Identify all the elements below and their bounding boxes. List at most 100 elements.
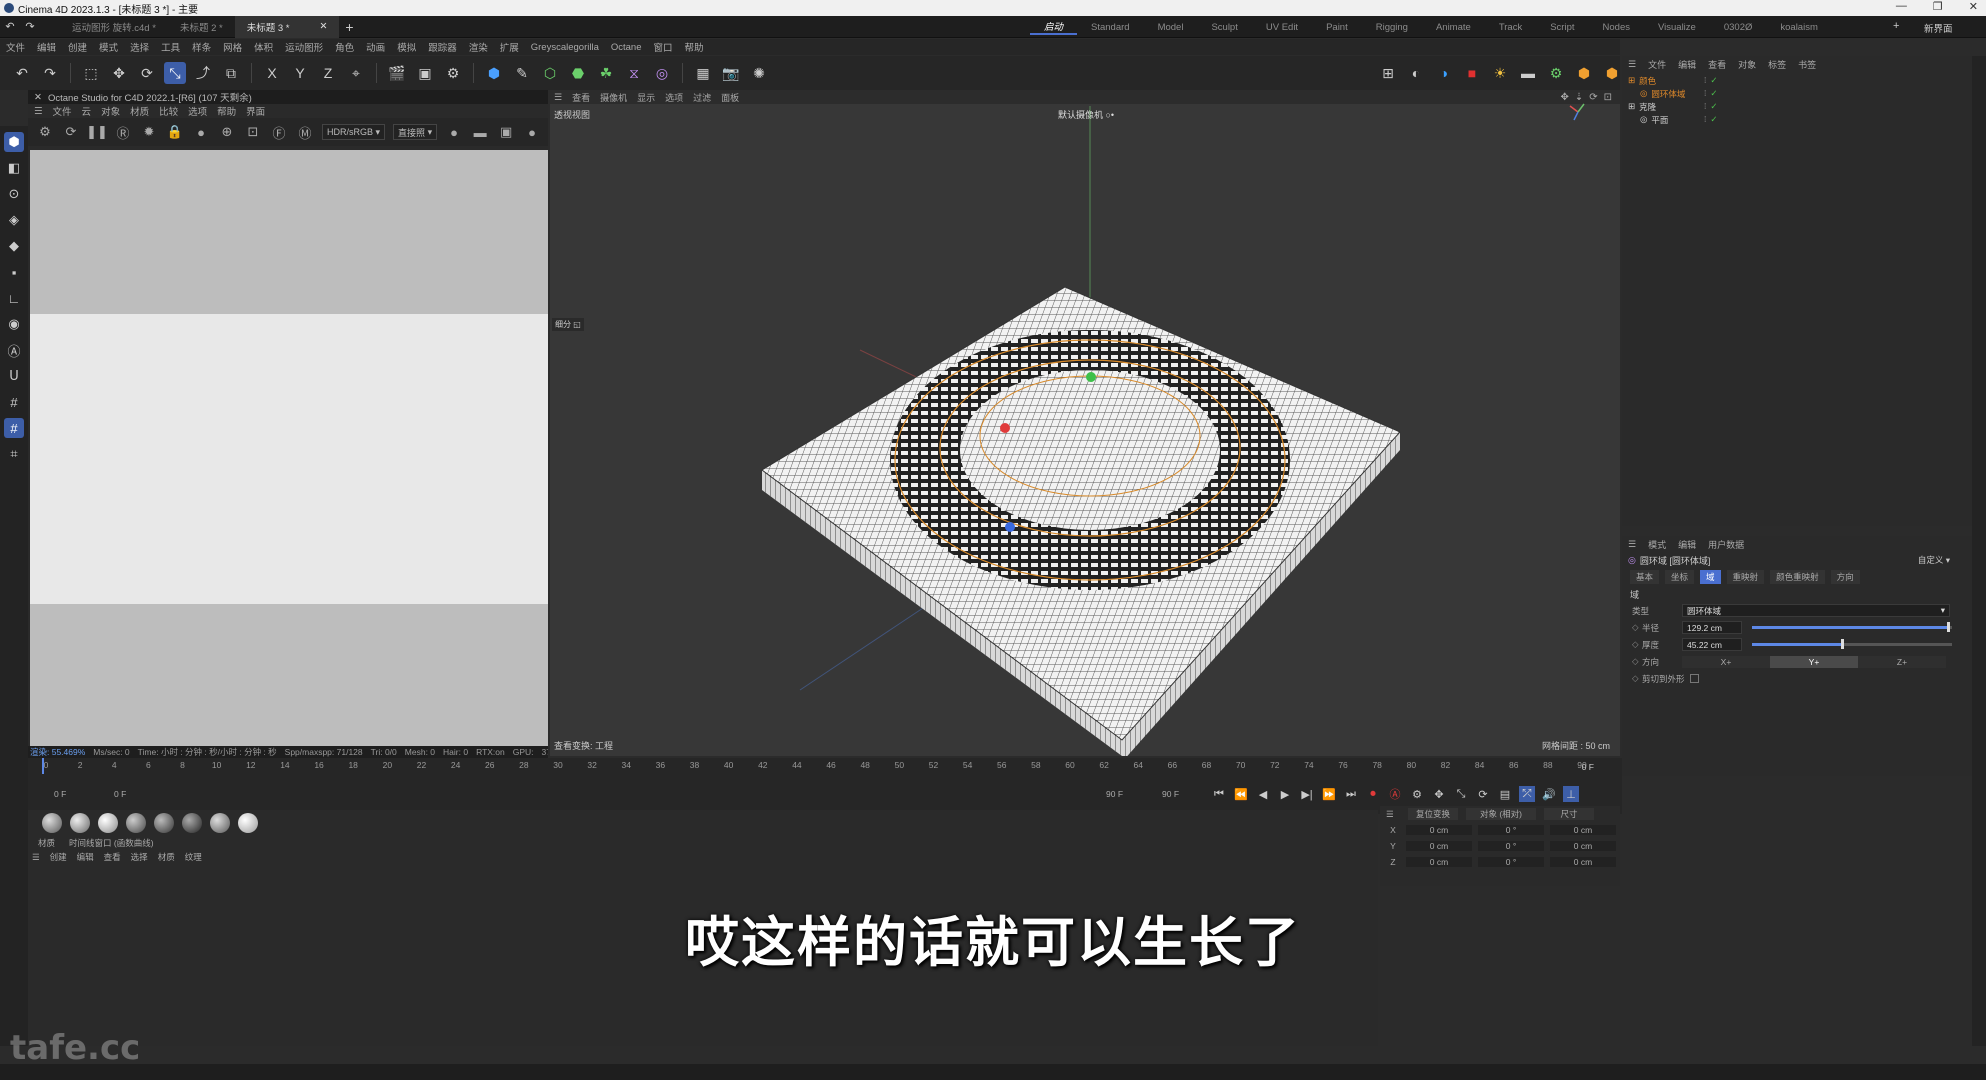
material-ball-icon[interactable] [126, 813, 146, 833]
layout-tab[interactable]: Nodes [1589, 22, 1644, 33]
rot-key-icon[interactable]: ⟳ [1475, 786, 1491, 802]
material-menu-item[interactable]: 创建 [50, 851, 67, 863]
reset-transform-button[interactable]: 复位变换 [1408, 808, 1458, 820]
object-row[interactable]: ⊞ 颜色 ⁞ ✓ [1622, 74, 1972, 87]
y-axis-icon[interactable]: Y [289, 62, 311, 84]
coord-pos-field[interactable]: 0 cm [1406, 841, 1472, 851]
spline-pen-icon[interactable]: ✎ [511, 62, 533, 84]
go-to-start-icon[interactable]: ⏮ [1211, 786, 1227, 802]
timeline-ruler[interactable]: 0 2 4 6 8 10 12 14 16 18 20 22 24 26 28 30 32 34 36 38 40 42 4… [28, 760, 1622, 774]
material-ball-icon[interactable] [154, 813, 174, 833]
pill-icon[interactable]: ▬ [1517, 62, 1539, 84]
magnet-icon[interactable]: Ս [4, 366, 24, 386]
end-frame[interactable]: 90 F [1162, 789, 1179, 799]
polygons-mode-icon[interactable]: ◆ [4, 236, 24, 256]
octane-menu-item[interactable]: 比较 [159, 104, 178, 118]
render-view-icon[interactable]: 🎬 [386, 62, 408, 84]
sound-icon[interactable]: 🔊 [1541, 786, 1557, 802]
axis-mode-icon[interactable]: ∟ [4, 288, 24, 308]
direction-option[interactable]: Z+ [1858, 655, 1946, 668]
object-manager-menu-item[interactable]: 编辑 [1678, 58, 1696, 71]
octane-close-icon[interactable]: ✕ [34, 92, 42, 103]
material-menu-item[interactable]: 查看 [104, 851, 121, 863]
coord-size-dropdown[interactable]: 尺寸 [1544, 808, 1594, 820]
radius-slider[interactable] [1752, 622, 1952, 632]
select-icon[interactable]: ⬚ [80, 62, 102, 84]
octane-restart-icon[interactable]: ⟳ [61, 122, 81, 142]
render-settings-icon[interactable]: ⚙ [442, 62, 464, 84]
undo-history-icon[interactable]: ↶ [3, 16, 17, 38]
doc-tab[interactable]: 未标题 2 * [168, 16, 235, 38]
menu-item[interactable]: 动画 [360, 40, 391, 54]
new-tab-icon[interactable]: + [342, 16, 356, 38]
grid-icon[interactable]: ⊞ [1377, 62, 1399, 84]
menu-item[interactable]: 模式 [93, 40, 124, 54]
attribute-menu-item[interactable]: 模式 [1648, 538, 1666, 551]
menu-item[interactable]: 运动图形 [279, 40, 329, 54]
octane-dot-3-icon[interactable]: ▣ [496, 122, 516, 142]
coord-size-field[interactable]: 0 cm [1550, 825, 1616, 835]
layout-tab[interactable]: Rigging [1362, 22, 1422, 33]
layout-tab[interactable]: 0302Ø [1710, 22, 1767, 33]
floor-icon[interactable]: ▦ [692, 62, 714, 84]
new-layout-button[interactable]: 新界面 [1924, 21, 1953, 35]
coord-system-icon[interactable]: ⌖ [345, 62, 367, 84]
menu-item[interactable]: 创建 [62, 40, 93, 54]
menu-item[interactable]: 选择 [124, 40, 155, 54]
material-menu-item[interactable]: 纹理 [185, 851, 202, 863]
octane-menu-item[interactable]: 选项 [188, 104, 207, 118]
layout-tab[interactable]: Paint [1312, 22, 1362, 33]
field-icon[interactable]: ◎ [651, 62, 673, 84]
layout-tab[interactable]: koalaism [1766, 22, 1832, 33]
edges-mode-icon[interactable]: ◈ [4, 210, 24, 230]
material-ball-icon[interactable] [98, 813, 118, 833]
key-settings-icon[interactable]: ⚙ [1409, 786, 1425, 802]
scale-box-icon[interactable]: ⧉ [220, 62, 242, 84]
perspective-viewport[interactable]: ☰ 查看 摄像机 显示 选项 过滤 面板 透视视图 默认摄像机 ○• 细分 ◱ ✥ ⇣ ⟳… [550, 90, 1620, 756]
object-manager-menu-item[interactable]: 对象 [1738, 58, 1756, 71]
attribute-tab[interactable]: 域 [1700, 570, 1721, 584]
enabled-check-icon[interactable]: ✓ [1710, 75, 1717, 86]
close-button[interactable]: ✕ [1969, 0, 1978, 13]
locked-workplane-icon[interactable]: Ⓐ [4, 340, 24, 360]
octane-gear-icon[interactable]: ✹ [139, 122, 159, 142]
object-manager-menu-item[interactable]: 标签 [1768, 58, 1786, 71]
redo-history-icon[interactable]: ↷ [23, 16, 37, 38]
transform-icon[interactable]: ⤴ [192, 62, 214, 84]
octane-focus-icon[interactable]: Ⓕ [269, 122, 289, 142]
octane-menu-item[interactable]: 材质 [130, 104, 149, 118]
thickness-slider[interactable] [1752, 639, 1952, 649]
anim-dot-icon[interactable]: ◇ [1632, 622, 1642, 633]
light-icon[interactable]: ✺ [748, 62, 770, 84]
octane-pause-icon[interactable]: ❚❚ [86, 122, 108, 142]
attribute-tab[interactable]: 坐标 [1665, 570, 1695, 584]
octane-sphere-icon[interactable]: ● [191, 122, 211, 142]
scale-icon[interactable]: ⤡ [164, 62, 186, 84]
scale-key-icon[interactable]: ⤡ [1453, 786, 1469, 802]
half-circle-icon[interactable]: ◐ [1405, 62, 1427, 84]
layout-tab[interactable]: Script [1536, 22, 1588, 33]
redo-icon[interactable]: ↷ [39, 62, 61, 84]
uv-mode-icon[interactable]: ▪ [4, 262, 24, 282]
object-row[interactable]: ◎ 平面 ⁞ ✓ [1622, 113, 1972, 126]
octane-dot-1-icon[interactable]: ● [444, 122, 464, 142]
box-orange-icon[interactable]: ⬢ [1573, 62, 1595, 84]
visibility-dots-icon[interactable]: ⁞ [1704, 101, 1706, 112]
coord-rot-field[interactable]: 0 ° [1478, 857, 1544, 867]
menu-item[interactable]: 渲染 [463, 40, 494, 54]
attribute-tab[interactable]: 颜色重映射 [1770, 570, 1825, 584]
object-manager-menu-item[interactable]: 查看 [1708, 58, 1726, 71]
menu-item[interactable]: Greyscalegorilla [525, 42, 605, 53]
layout-tab[interactable]: Model [1144, 22, 1198, 33]
material-ball-icon[interactable] [238, 813, 258, 833]
menu-item[interactable]: 扩展 [494, 40, 525, 54]
menu-item[interactable]: 体积 [248, 40, 279, 54]
maximize-button[interactable]: ❐ [1933, 0, 1943, 13]
snap-icon[interactable]: ◉ [4, 314, 24, 334]
prev-key-icon[interactable]: ⏪ [1233, 786, 1249, 802]
preset-dropdown[interactable]: 自定义 ▾ [1918, 554, 1950, 566]
menu-item[interactable]: 编辑 [31, 40, 62, 54]
octane-render-canvas[interactable] [30, 150, 548, 746]
menu-item[interactable]: 跟踪器 [422, 40, 463, 54]
octane-kernel-dropdown[interactable]: 直接照 ▾ [393, 124, 438, 140]
